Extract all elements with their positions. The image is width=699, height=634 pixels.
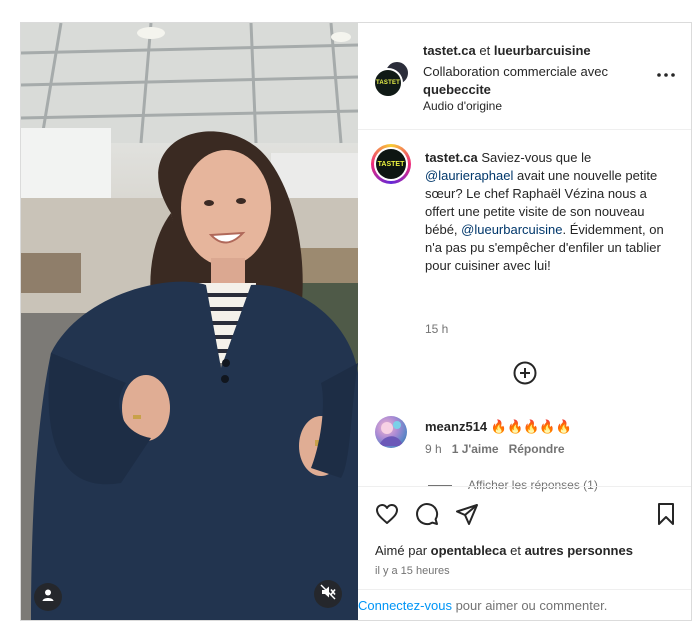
liked-by-others[interactable]: autres personnes bbox=[525, 543, 633, 558]
more-options-button[interactable] bbox=[654, 67, 678, 79]
reply-button[interactable]: Répondre bbox=[509, 442, 565, 456]
comment-meta: 9 h 1 J'aime Répondre bbox=[425, 442, 565, 456]
comment-text: 🔥🔥🔥🔥🔥 bbox=[490, 419, 572, 434]
liked-by-mid: et bbox=[506, 543, 525, 558]
load-more-comments-button[interactable] bbox=[513, 361, 537, 385]
account-link-tastet[interactable]: tastet.ca bbox=[423, 43, 476, 58]
heart-icon[interactable] bbox=[375, 502, 399, 526]
avatar-ring-inner: TASTET bbox=[374, 147, 408, 181]
action-bar: Aimé par opentableca et autres personnes… bbox=[358, 486, 691, 590]
bookmark-icon[interactable] bbox=[654, 502, 678, 526]
reel-video[interactable] bbox=[21, 23, 358, 620]
partner-link[interactable]: quebeccite bbox=[423, 82, 491, 97]
login-link[interactable]: Connectez-vous bbox=[358, 598, 452, 613]
audio-link[interactable]: Audio d'origine bbox=[423, 99, 502, 113]
avatar-logo: TASTET bbox=[376, 149, 406, 179]
post-card: TASTET tastet.ca et lueurbarcuisine Coll… bbox=[20, 22, 692, 621]
share-icon[interactable] bbox=[455, 502, 479, 526]
plus-circle-icon bbox=[513, 361, 537, 389]
user-tag-icon bbox=[41, 588, 55, 607]
video-frame bbox=[21, 23, 358, 620]
login-prompt-text: pour aimer ou commenter. bbox=[451, 598, 608, 613]
comment-avatar[interactable] bbox=[375, 416, 407, 448]
post-header: TASTET tastet.ca et lueurbarcuisine Coll… bbox=[358, 23, 691, 130]
muted-speaker-icon bbox=[320, 584, 336, 605]
collab-title: tastet.ca et lueurbarcuisine bbox=[423, 43, 591, 58]
avatar-tastet[interactable]: TASTET bbox=[373, 68, 403, 98]
partnership-label: Collaboration commerciale avec bbox=[423, 64, 608, 79]
login-prompt: Connectez-vous pour aimer ou commenter. bbox=[358, 589, 691, 620]
mention-link[interactable]: @laurieraphael bbox=[425, 168, 513, 183]
collab-avatars[interactable]: TASTET bbox=[373, 60, 410, 98]
caption-text: tastet.ca Saviez-vous que le @laurieraph… bbox=[425, 149, 670, 275]
mention-link[interactable]: @lueurbarcuisine bbox=[461, 222, 562, 237]
caption-username[interactable]: tastet.ca bbox=[425, 150, 478, 165]
liked-by-prefix: Aimé par bbox=[375, 543, 431, 558]
comment-body: meanz514 🔥🔥🔥🔥🔥 bbox=[425, 419, 572, 435]
caption-part: Saviez-vous que le bbox=[477, 150, 592, 165]
post-panel: TASTET tastet.ca et lueurbarcuisine Coll… bbox=[358, 23, 691, 620]
paid-partnership: Collaboration commerciale avec quebeccit… bbox=[423, 63, 633, 99]
comment-icon[interactable] bbox=[415, 502, 439, 526]
comment-likes[interactable]: 1 J'aime bbox=[452, 442, 499, 456]
comment-timestamp[interactable]: 9 h bbox=[425, 442, 442, 456]
liked-by: Aimé par opentableca et autres personnes bbox=[375, 543, 633, 558]
avatar-logo-text: TASTET bbox=[375, 80, 401, 86]
account-link-lueurbarcuisine[interactable]: lueurbarcuisine bbox=[494, 43, 591, 58]
joiner-text: et bbox=[475, 43, 494, 58]
comments-section: TASTET tastet.ca Saviez-vous que le @lau… bbox=[358, 130, 691, 492]
more-horizontal-icon bbox=[657, 64, 675, 82]
avatar-logo-text: TASTET bbox=[377, 160, 405, 168]
comment-username[interactable]: meanz514 bbox=[425, 419, 487, 434]
post-date[interactable]: il y a 15 heures bbox=[375, 565, 450, 577]
liked-by-user[interactable]: opentableca bbox=[431, 543, 507, 558]
caption-avatar[interactable]: TASTET bbox=[371, 144, 411, 184]
tag-button[interactable] bbox=[34, 583, 62, 611]
caption-timestamp[interactable]: 15 h bbox=[425, 322, 448, 336]
mute-button[interactable] bbox=[314, 580, 342, 608]
